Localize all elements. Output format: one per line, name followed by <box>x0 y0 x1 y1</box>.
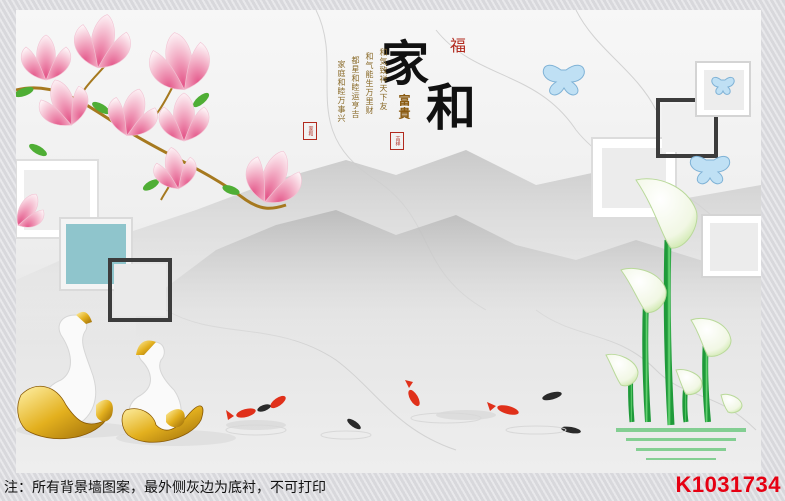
product-code: K1031734 <box>675 472 781 497</box>
mural-artwork <box>16 10 761 460</box>
printing-note: 注：所有背景墙图案，最外侧灰边为底衬，不可打印 <box>4 480 326 496</box>
water-ripples <box>225 412 567 440</box>
wall-mural: 福 家 和 富貴 和気致祥天下友 和气能生万里财 都星和睦运亨吉 家庭和睦万事兴… <box>16 10 761 473</box>
